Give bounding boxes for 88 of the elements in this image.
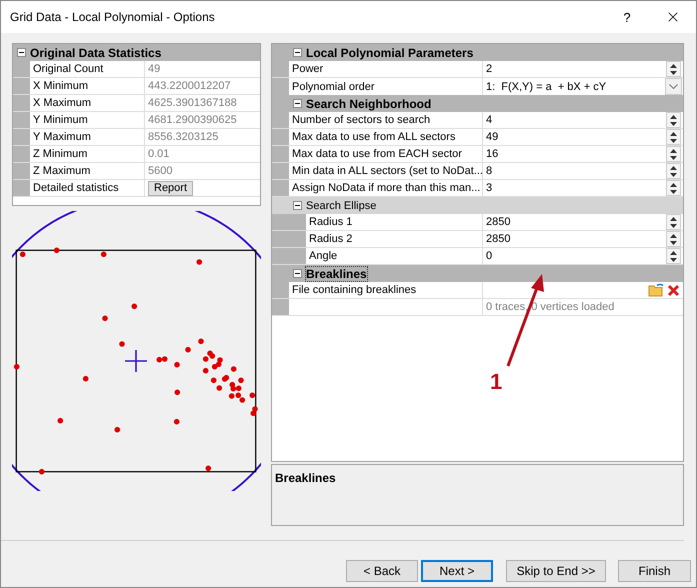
statistic-name: Y Maximum — [30, 129, 145, 145]
row-gutter — [272, 180, 289, 196]
row-gutter — [272, 146, 289, 162]
caret-up-icon — [670, 182, 677, 186]
property-name: Polynomial order — [289, 78, 483, 95]
spin-button[interactable] — [666, 248, 681, 264]
spin-button[interactable] — [666, 129, 681, 145]
statistic-name: Z Minimum — [30, 146, 145, 162]
row-gutter — [272, 248, 306, 264]
folder-icon[interactable] — [648, 283, 664, 297]
row-gutter — [13, 112, 30, 128]
caret-down-icon — [670, 70, 677, 74]
spin-button[interactable] — [666, 112, 681, 128]
row-gutter — [13, 180, 30, 196]
category-header[interactable]: Local Polynomial Parameters — [272, 44, 683, 61]
spin-button[interactable] — [666, 214, 681, 230]
property-name: Angle — [306, 248, 483, 264]
row-gutter — [272, 61, 289, 77]
caret-down-icon — [670, 240, 677, 244]
property-name: Assign NoData if more than this man... — [289, 180, 483, 196]
caret-up-icon — [670, 234, 677, 238]
row-gutter — [272, 163, 289, 179]
report-button[interactable]: Report — [148, 180, 194, 196]
row-gutter — [13, 163, 30, 179]
dialog-button[interactable]: < Back — [346, 560, 418, 582]
dialog-button[interactable]: Skip to End >> — [506, 560, 606, 582]
delete-icon[interactable] — [667, 284, 680, 296]
property-value[interactable]: 1: F(X,Y) = a + bX + cY — [483, 78, 683, 95]
row-gutter — [13, 95, 30, 111]
caret-up-icon — [670, 148, 677, 152]
caret-up-icon — [670, 250, 677, 254]
annotation-label: 1 — [490, 369, 502, 395]
spin-button[interactable] — [666, 61, 681, 77]
row-gutter — [272, 214, 306, 230]
property-value[interactable]: 3 — [483, 180, 683, 196]
caret-up-icon — [670, 64, 677, 68]
category-header[interactable]: Search Ellipse — [272, 197, 683, 214]
row-gutter — [272, 282, 289, 298]
collapse-icon[interactable] — [293, 201, 302, 210]
category-label: Breaklines — [306, 266, 367, 280]
property-value[interactable]: 49 — [483, 129, 683, 145]
caret-down-icon — [670, 190, 677, 194]
window-title: Grid Data - Local Polynomial - Options — [10, 10, 216, 24]
statistic-name: Y Minimum — [30, 112, 145, 128]
collapse-icon[interactable] — [17, 48, 26, 57]
dialog-button[interactable]: Next > — [421, 560, 493, 582]
category-label: Search Neighborhood — [306, 96, 432, 110]
collapse-icon[interactable] — [293, 48, 302, 57]
row-gutter — [272, 112, 289, 128]
row-gutter — [272, 231, 306, 247]
description-title: Breaklines — [275, 471, 336, 485]
category-header[interactable]: Search Neighborhood — [272, 95, 683, 112]
category-label: Search Ellipse — [306, 198, 376, 212]
caret-down-icon — [670, 172, 677, 176]
category-label: Original Data Statistics — [30, 46, 162, 60]
caret-up-icon — [670, 132, 677, 136]
row-gutter — [272, 78, 289, 95]
row-gutter — [272, 129, 289, 145]
row-gutter — [13, 78, 30, 94]
caret-down-icon — [670, 224, 677, 228]
category-label: Local Polynomial Parameters — [306, 46, 474, 60]
help-button[interactable]: ? — [604, 10, 650, 24]
caret-down-icon — [670, 156, 677, 160]
property-value[interactable]: 0 — [483, 248, 683, 264]
caret-down-icon — [670, 138, 677, 142]
spin-button[interactable] — [666, 163, 681, 179]
chevron-down-icon — [669, 84, 678, 89]
row-gutter — [272, 299, 289, 315]
collapse-icon[interactable] — [293, 269, 302, 278]
spin-button[interactable] — [666, 180, 681, 196]
dialog-button[interactable]: Finish — [618, 560, 691, 582]
spin-button[interactable] — [666, 231, 681, 247]
row-gutter — [13, 146, 30, 162]
category-header[interactable]: Original Data Statistics — [13, 44, 260, 61]
row-gutter — [13, 129, 30, 145]
row-gutter — [13, 61, 30, 77]
caret-down-icon — [670, 122, 677, 126]
caret-up-icon — [670, 166, 677, 170]
statistic-name: Z Maximum — [30, 163, 145, 179]
category-header[interactable]: Breaklines — [272, 265, 683, 282]
statistic-name: X Minimum — [30, 78, 145, 94]
spin-button[interactable] — [666, 146, 681, 162]
caret-up-icon — [670, 114, 677, 118]
caret-up-icon — [670, 216, 677, 220]
statistic-name: X Maximum — [30, 95, 145, 111]
property-value[interactable]: 4 — [483, 112, 683, 128]
collapse-icon[interactable] — [293, 99, 302, 108]
caret-down-icon — [670, 258, 677, 262]
